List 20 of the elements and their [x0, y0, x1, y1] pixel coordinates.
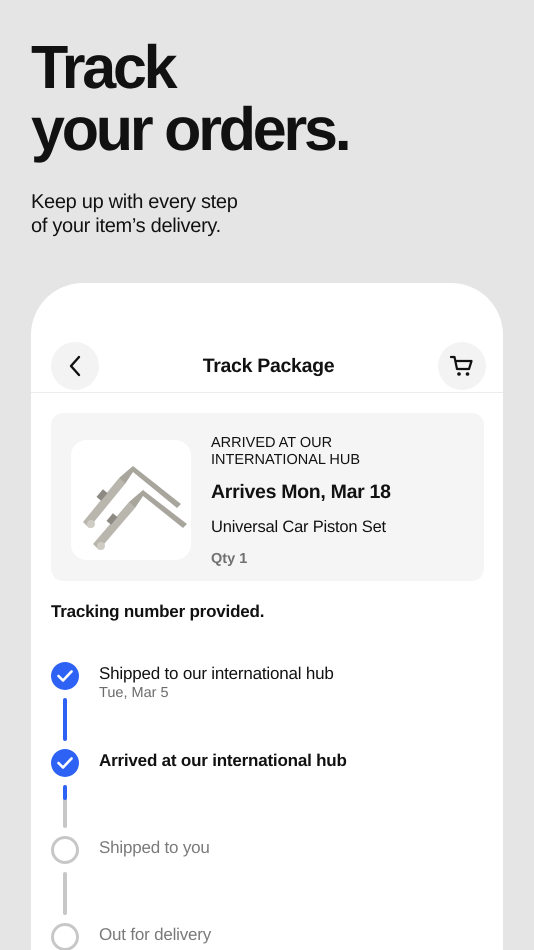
- tracking-status: Tracking number provided.: [51, 602, 264, 622]
- step-label: Shipped to our international hub: [99, 664, 334, 684]
- back-icon: [68, 355, 82, 377]
- progress-line: [63, 698, 67, 741]
- cart-icon: [450, 355, 474, 377]
- step-label: Shipped to you: [99, 838, 210, 858]
- product-name: Universal Car Piston Set: [211, 518, 386, 537]
- arrival-date: Arrives Mon, Mar 18: [211, 481, 391, 504]
- step-label: Out for delivery: [99, 925, 212, 945]
- step-date: Tue, Mar 5: [99, 685, 169, 701]
- quantity: Qty 1: [211, 551, 248, 567]
- progress-line: [63, 785, 67, 828]
- subtitle: Keep up with every step: [31, 190, 238, 214]
- cart-button[interactable]: [438, 342, 486, 390]
- subtitle: of your item’s delivery.: [31, 214, 221, 238]
- back-button[interactable]: [51, 342, 99, 390]
- status-text: ARRIVED AT OUR INTERNATIONAL HUB: [211, 435, 362, 469]
- step-label: Arrived at our international hub: [99, 751, 347, 771]
- screen-title: Track Package: [202, 354, 334, 378]
- headline: Track: [31, 36, 174, 98]
